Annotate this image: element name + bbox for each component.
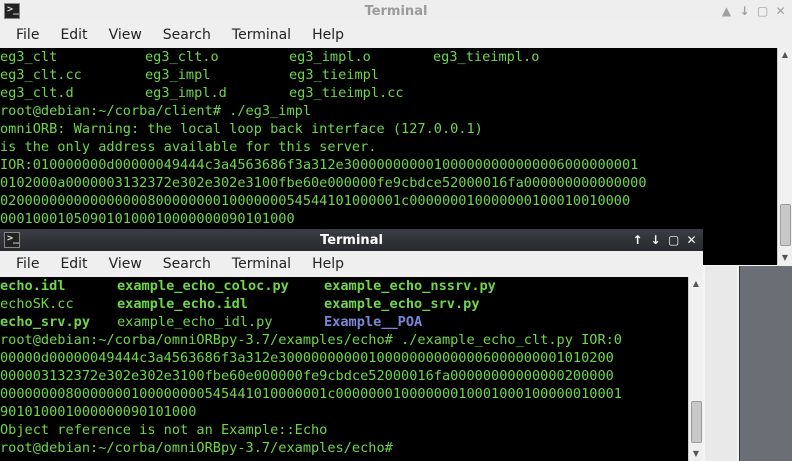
file-entry: eg3_clt.d bbox=[0, 85, 74, 101]
terminal-line: 000100010509010100010000000090101000 bbox=[0, 211, 295, 227]
terminal-icon: >_ bbox=[4, 3, 20, 19]
file-entry: eg3_impl.o bbox=[289, 49, 371, 65]
window-title: Terminal bbox=[364, 3, 428, 19]
scrollbar-thumb[interactable] bbox=[780, 204, 791, 246]
terminal-line: Object reference is not an Example::Echo bbox=[0, 422, 328, 438]
file-entry: eg3_tieimpl.cc bbox=[289, 85, 404, 101]
menu-view[interactable]: View bbox=[95, 27, 149, 43]
desktop-panel-left bbox=[705, 266, 737, 461]
ls-row: eg3_clt.cc eg3_impl eg3_tieimpl bbox=[0, 66, 778, 84]
menu-view[interactable]: View bbox=[95, 256, 149, 272]
scrollbar-thumb[interactable] bbox=[691, 401, 702, 443]
terminal-line: is the only address available for this s… bbox=[0, 139, 377, 155]
scrollbar[interactable]: ▲ ▼ bbox=[688, 277, 703, 461]
close-button[interactable]: ✕ bbox=[686, 232, 697, 248]
scroll-down-arrow-icon[interactable]: ▼ bbox=[778, 251, 792, 265]
file-entry: eg3_impl.d bbox=[145, 85, 227, 101]
terminal-line: 00000d00000049444c3a4563686f3a312e300000… bbox=[0, 350, 614, 366]
minimize-button[interactable]: ↓ bbox=[739, 3, 750, 19]
menu-file[interactable]: File bbox=[2, 256, 46, 272]
menu-search[interactable]: Search bbox=[149, 27, 218, 43]
file-entry: echoSK.cc bbox=[0, 296, 74, 312]
title-bar[interactable]: >_ Terminal ▲ ↓ ▢ ✕ bbox=[0, 0, 792, 22]
file-entry: eg3_clt.o bbox=[145, 49, 219, 65]
file-entry: eg3_clt.cc bbox=[0, 67, 82, 83]
file-entry: example_echo.idl bbox=[117, 296, 248, 312]
file-entry: echo_srv.py bbox=[0, 314, 91, 330]
file-entry: example_echo_coloc.py bbox=[117, 278, 289, 294]
file-entry: example_echo_idl.py bbox=[117, 314, 273, 330]
window-controls: ▲ ↓ ▢ ✕ bbox=[721, 3, 786, 19]
ls-row: eg3_clt eg3_clt.o eg3_impl.o eg3_tieimpl… bbox=[0, 48, 778, 66]
ls-row: echo_srv.py example_echo_idl.py Example_… bbox=[0, 313, 689, 331]
keep-above-button[interactable]: ↑ bbox=[632, 232, 643, 248]
ls-row: eg3_clt.d eg3_impl.d eg3_tieimpl.cc bbox=[0, 84, 778, 102]
terminal-line: root@debian:~/corba/client# ./eg3_impl bbox=[0, 103, 311, 119]
menu-terminal[interactable]: Terminal bbox=[218, 27, 298, 43]
file-entry: echo.idl bbox=[0, 278, 66, 294]
directory-entry: Example__POA bbox=[324, 314, 423, 330]
terminal-window-front[interactable]: >_ Terminal ↑ ↓ ▢ ✕ File Edit View Searc… bbox=[0, 229, 703, 461]
scroll-down-arrow-icon[interactable]: ▼ bbox=[689, 447, 703, 461]
terminal-line: 0000000080000000100000000545441010000001… bbox=[0, 386, 622, 402]
title-bar[interactable]: >_ Terminal ↑ ↓ ▢ ✕ bbox=[0, 229, 703, 251]
file-entry: eg3_tieimpl bbox=[289, 67, 380, 83]
scrollbar[interactable]: ▲ ▼ bbox=[777, 48, 792, 265]
file-entry: example_echo_srv.py bbox=[324, 296, 480, 312]
menu-bar: File Edit View Search Terminal Help bbox=[0, 251, 703, 277]
keep-above-button[interactable]: ▲ bbox=[721, 3, 732, 19]
menu-help[interactable]: Help bbox=[298, 256, 351, 272]
menu-help[interactable]: Help bbox=[298, 27, 351, 43]
menu-edit[interactable]: Edit bbox=[46, 27, 94, 43]
menu-terminal[interactable]: Terminal bbox=[218, 256, 298, 272]
scroll-up-arrow-icon[interactable]: ▲ bbox=[778, 48, 792, 62]
menu-edit[interactable]: Edit bbox=[46, 256, 94, 272]
terminal-line: 0102000a0000003132372e302e302e3100fbe60e… bbox=[0, 175, 647, 191]
window-controls: ↑ ↓ ▢ ✕ bbox=[632, 232, 697, 248]
terminal-prompt[interactable]: root@debian:~/corba/omniORBpy-3.7/exampl… bbox=[0, 439, 689, 457]
desktop-panel-right bbox=[739, 266, 792, 461]
file-entry: eg3_impl bbox=[145, 67, 211, 83]
menu-bar: File Edit View Search Terminal Help bbox=[0, 22, 792, 48]
close-button[interactable]: ✕ bbox=[775, 3, 786, 19]
menu-search[interactable]: Search bbox=[149, 256, 218, 272]
terminal-line: 901010001000000090101000 bbox=[0, 404, 197, 420]
menu-file[interactable]: File bbox=[2, 27, 46, 43]
terminal-line: omniORB: Warning: the local loop back in… bbox=[0, 121, 483, 137]
scroll-up-arrow-icon[interactable]: ▲ bbox=[689, 277, 703, 291]
window-title: Terminal bbox=[320, 232, 383, 248]
terminal-line: 000003132372e302e302e3100fbe60e000000fe9… bbox=[0, 368, 614, 384]
terminal-line: IOR:010000000d00000049444c3a4563686f3a31… bbox=[0, 157, 639, 173]
terminal-icon: >_ bbox=[4, 232, 20, 248]
maximize-button[interactable]: ▢ bbox=[757, 3, 768, 19]
ls-row: echo.idl example_echo_coloc.py example_e… bbox=[0, 277, 689, 295]
maximize-button[interactable]: ▢ bbox=[668, 232, 679, 248]
minimize-button[interactable]: ↓ bbox=[650, 232, 661, 248]
terminal-line: 0200000000000000008000000001000000054544… bbox=[0, 193, 631, 209]
terminal-window-back[interactable]: >_ Terminal ▲ ↓ ▢ ✕ File Edit View Searc… bbox=[0, 0, 792, 265]
file-entry: eg3_tieimpl.o bbox=[433, 49, 540, 65]
terminal-line: root@debian:~/corba/omniORBpy-3.7/exampl… bbox=[0, 332, 622, 348]
file-entry: eg3_clt bbox=[0, 49, 58, 65]
terminal-output[interactable]: echo.idl example_echo_coloc.py example_e… bbox=[0, 277, 689, 461]
ls-row: echoSK.cc example_echo.idl example_echo_… bbox=[0, 295, 689, 313]
file-entry: example_echo_nssrv.py bbox=[324, 278, 496, 294]
